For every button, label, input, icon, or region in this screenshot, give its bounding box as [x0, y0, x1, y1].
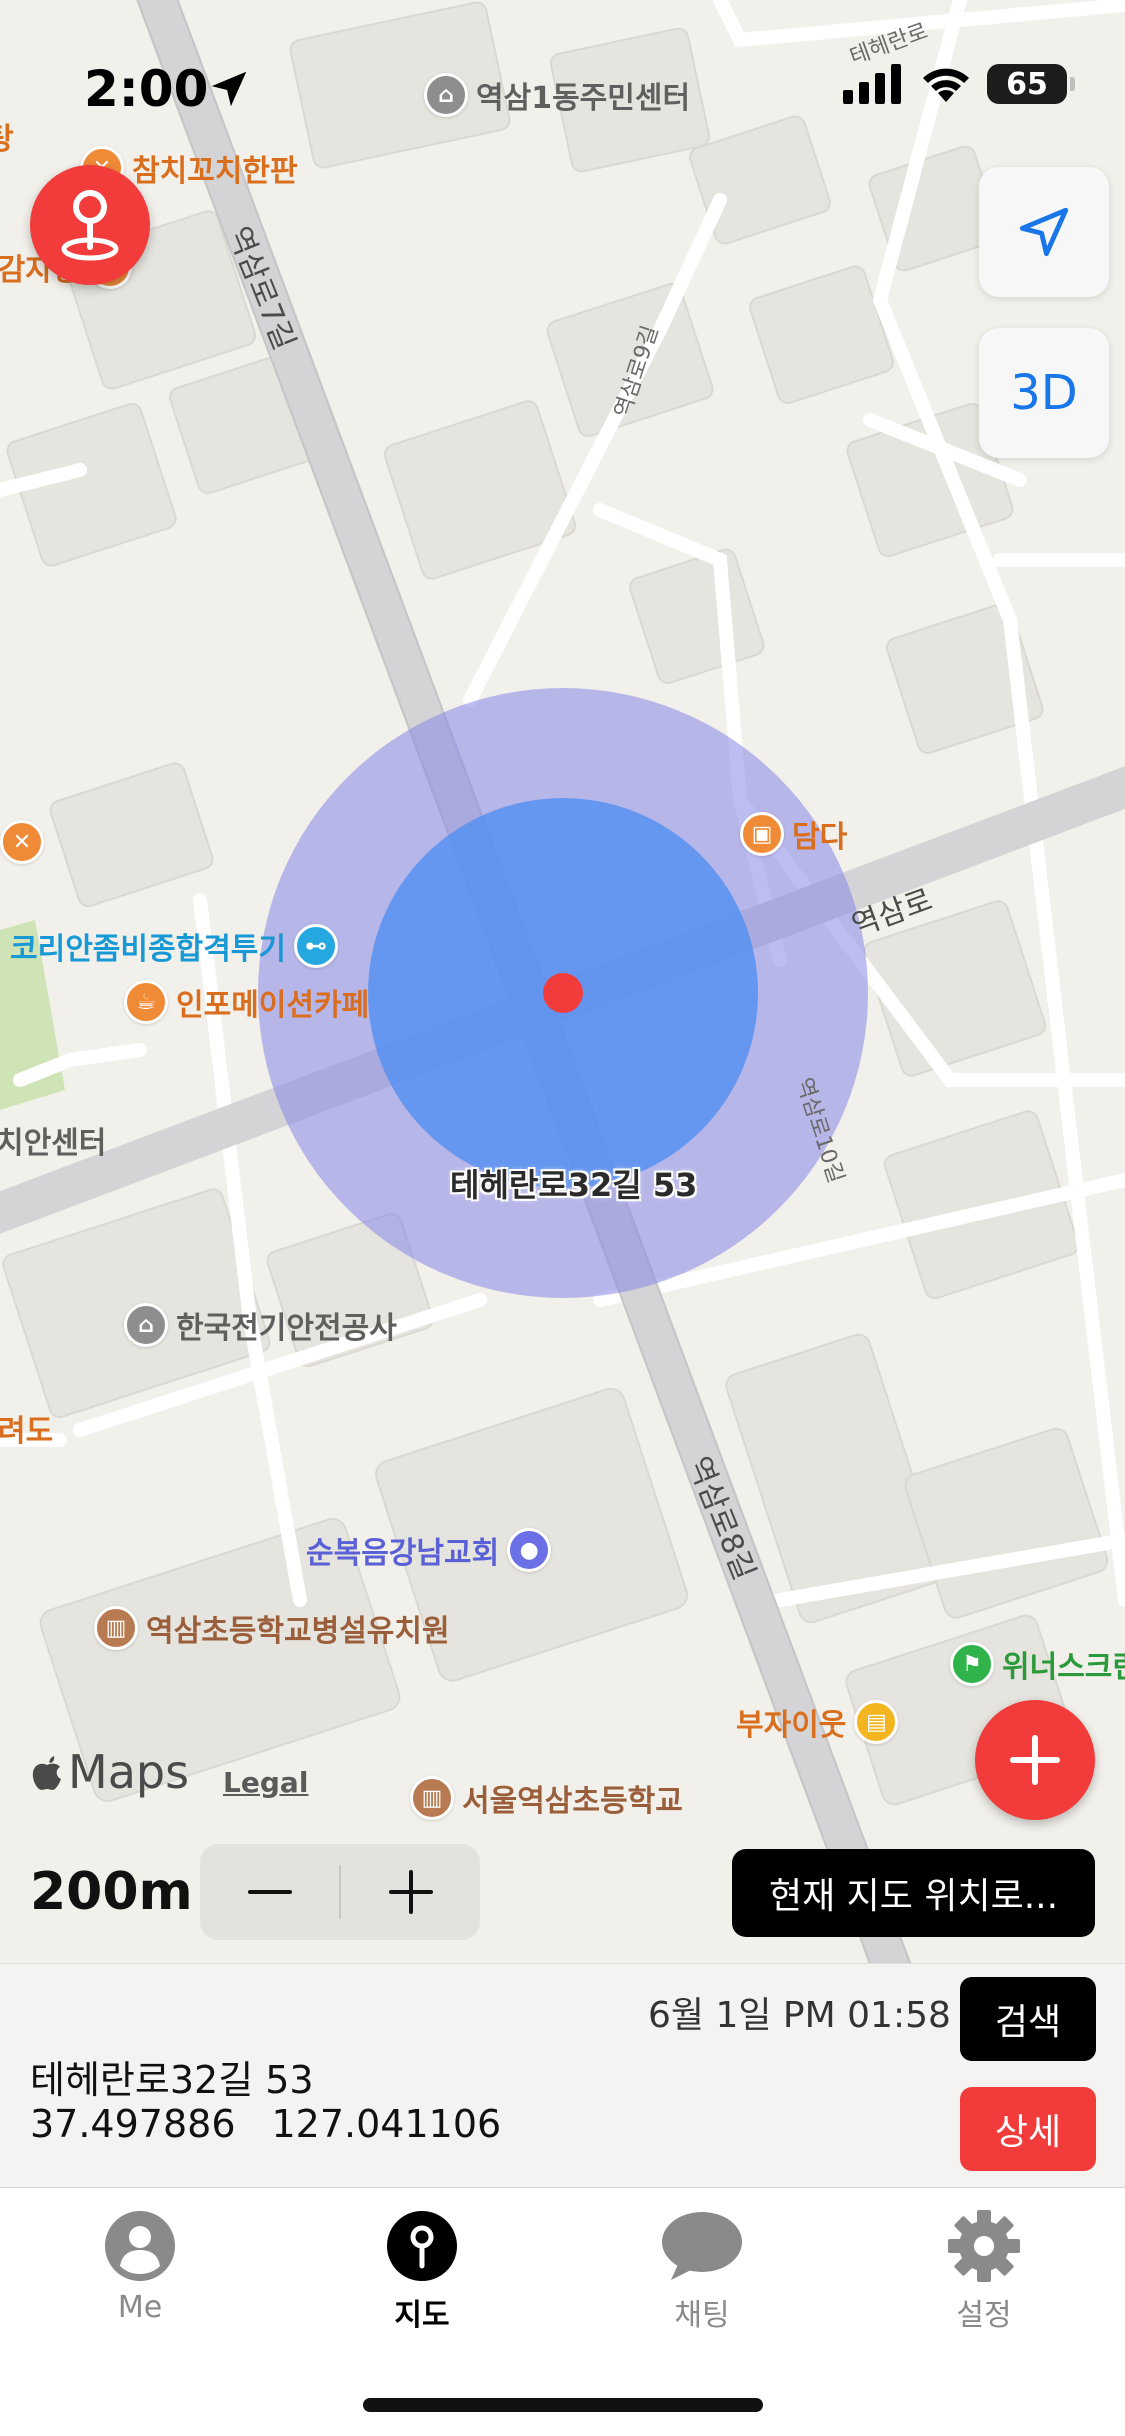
poi-electrical-safety[interactable]: ⌂ 한국전기안전공사	[124, 1303, 397, 1347]
tab-bar: Me 지도 채팅 설정	[0, 2188, 1125, 2436]
search-button[interactable]: 검색	[960, 1977, 1096, 2061]
poi-restaurant-damda[interactable]: ▣ 담다	[740, 812, 847, 856]
shopping-icon: ▤	[854, 1700, 899, 1744]
church-icon: ●	[507, 1528, 552, 1572]
location-arrow-icon	[1019, 207, 1069, 257]
restaurant-icon: ▣	[740, 812, 784, 856]
apple-maps-logo: Maps	[30, 1745, 189, 1799]
wifi-icon	[923, 68, 969, 102]
tab-map[interactable]: 지도	[342, 2210, 502, 2334]
three-d-toggle-button[interactable]: 3D	[979, 328, 1109, 458]
location-arrow-icon	[211, 71, 247, 107]
school-icon: ▥	[410, 1776, 454, 1820]
poi-shopping[interactable]: ▤ 부자이웃	[736, 1700, 899, 1744]
selected-address-label: 테헤란로32길 53	[450, 1166, 698, 1204]
move-to-map-position-button[interactable]: 현재 지도 위치로...	[732, 1849, 1095, 1937]
tab-settings[interactable]: 설정	[904, 2210, 1064, 2334]
battery-icon: 65	[987, 64, 1075, 104]
zoom-out-button[interactable]	[200, 1844, 339, 1940]
restaurant-icon: ✕	[0, 820, 44, 864]
home-indicator[interactable]	[363, 2398, 763, 2412]
gear-icon	[948, 2210, 1020, 2282]
poi-cafe[interactable]: ☕ 인포메이션카페	[124, 980, 369, 1024]
plus-icon	[388, 1870, 433, 1914]
tab-label: 설정	[956, 2298, 1012, 2333]
tab-label: 지도	[394, 2298, 450, 2333]
location-info-panel: 6월 1일 PM 01:58 테헤란로32길 53 37.497886 127.…	[0, 1963, 1125, 2188]
detail-button[interactable]: 상세	[960, 2087, 1096, 2171]
map-pin-icon	[61, 190, 119, 261]
poi-kindergarten[interactable]: ▥ 역삼초등학교병설유치원	[94, 1606, 450, 1650]
status-time: 2:00	[84, 60, 209, 118]
map-attribution: Maps Legal	[30, 1745, 308, 1799]
tab-label: 채팅	[674, 2298, 730, 2333]
status-bar: 2:00 65	[0, 0, 1125, 150]
drop-pin-button[interactable]	[30, 165, 150, 285]
battery-level: 65	[1006, 66, 1048, 102]
poi-gym[interactable]: ⊷ 코리안좀비종합격투기	[10, 924, 338, 968]
map-view[interactable]: 역삼로7길 역삼로9길 역삼로 역삼로10길 역삼로8길 테헤란로 ⌂ 역삼1동주…	[0, 0, 1125, 1963]
poi-elementary-school[interactable]: ▥ 서울역삼초등학교	[410, 1776, 683, 1820]
add-button[interactable]	[975, 1700, 1095, 1820]
cafe-icon: ☕	[124, 980, 168, 1024]
poi-church[interactable]: ● 순복음강남교회	[306, 1528, 552, 1572]
latitude: 37.497886	[30, 2102, 236, 2146]
person-icon	[105, 2211, 175, 2281]
golf-icon: ⚑	[950, 1642, 994, 1686]
map-scale: 200m	[30, 1862, 193, 1922]
current-location-button[interactable]	[979, 167, 1109, 297]
gym-icon: ⊷	[294, 924, 338, 968]
pin-icon	[387, 2211, 457, 2281]
longitude: 127.041106	[271, 2102, 502, 2146]
cellular-signal-icon	[843, 64, 901, 104]
zoom-controls	[200, 1844, 480, 1940]
tab-me[interactable]: Me	[60, 2210, 220, 2325]
address-text: 테헤란로32길 53	[30, 2058, 314, 2102]
plus-icon	[1010, 1735, 1060, 1785]
poi-restaurant[interactable]: 려도	[0, 1406, 53, 1450]
government-icon: ⌂	[124, 1303, 168, 1347]
apple-logo-icon	[32, 1756, 61, 1790]
poi-restaurant[interactable]: ✕	[0, 820, 44, 864]
poi-golf[interactable]: ⚑위너스크린	[950, 1642, 1125, 1686]
school-icon: ▥	[94, 1606, 138, 1650]
chat-bubble-icon	[662, 2212, 742, 2280]
minus-icon	[247, 1890, 292, 1894]
legal-link[interactable]: Legal	[223, 1766, 308, 1799]
poi-police[interactable]: 치안센터	[0, 1118, 106, 1162]
zoom-in-button[interactable]	[341, 1844, 480, 1940]
timestamp: 6월 1일 PM 01:58	[648, 1995, 951, 2036]
tab-label: Me	[117, 2290, 163, 2325]
coordinates: 37.497886 127.041106	[30, 2102, 501, 2146]
tab-chat[interactable]: 채팅	[622, 2210, 782, 2334]
